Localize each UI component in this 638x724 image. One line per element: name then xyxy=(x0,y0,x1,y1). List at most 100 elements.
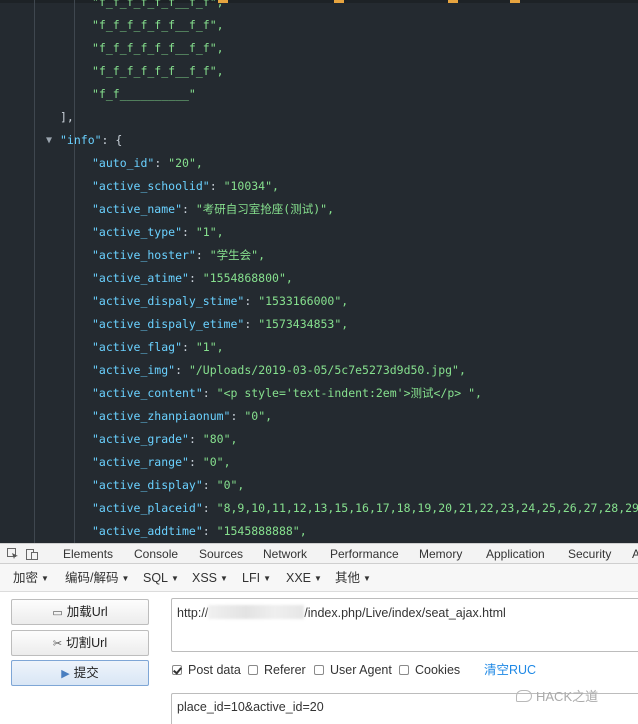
json-line: "active_dispaly_etime": "1573434853", xyxy=(92,313,348,336)
post-data-option[interactable]: Post data xyxy=(172,662,241,678)
json-key: "active_img" xyxy=(92,363,176,377)
json-colon: : xyxy=(175,363,189,377)
json-key: "active_content" xyxy=(92,386,203,400)
redacted-host xyxy=(208,605,305,619)
device-toolbar-icon[interactable] xyxy=(26,548,38,560)
url-path: /index.php/Live/index/seat_ajax.html xyxy=(304,606,506,620)
devtools-tab-performance[interactable]: Performance xyxy=(329,544,400,564)
json-line: "active_hoster": "学生会", xyxy=(92,244,265,267)
json-line: "active_atime": "1554868800", xyxy=(92,267,293,290)
cookies-checkbox[interactable] xyxy=(399,665,409,675)
devtools-tab-memory[interactable]: Memory xyxy=(418,544,463,564)
json-line: "active_placeid": "8,9,10,11,12,13,15,16… xyxy=(92,497,638,520)
json-value: "f_f_f_f_f_f__f_f", xyxy=(92,0,224,9)
json-colon: : xyxy=(154,156,169,170)
url-textarea[interactable]: http:// /index.php/Live/index/seat_ajax.h… xyxy=(171,598,638,652)
referer-checkbox[interactable] xyxy=(248,665,258,675)
json-value: "1", xyxy=(195,225,224,239)
json-line: "active_flag": "1", xyxy=(92,336,224,359)
caret-down-icon: ▼ xyxy=(263,574,271,583)
json-key: "active_dispaly_etime" xyxy=(92,317,245,331)
menu-lfi[interactable]: LFI ▼ xyxy=(242,564,271,592)
submit-button[interactable]: ▶ 提交 xyxy=(11,660,149,686)
tab-marker xyxy=(510,0,520,3)
watermark-text: HACK之道 xyxy=(536,689,599,704)
json-key: "active_grade" xyxy=(92,432,189,446)
watermark: HACK之道 xyxy=(516,688,598,706)
devtools-tab-security[interactable]: Security xyxy=(567,544,612,564)
submit-label: 提交 xyxy=(73,666,99,680)
menu-xxe[interactable]: XXE ▼ xyxy=(286,564,322,592)
inspect-element-icon[interactable] xyxy=(7,548,19,560)
expand-triangle-icon[interactable]: ▼ xyxy=(46,129,52,152)
json-line: "active_img": "/Uploads/2019-03-05/5c7e5… xyxy=(92,359,466,382)
indent-guide xyxy=(74,0,75,543)
json-value: "1545888888", xyxy=(216,524,307,538)
json-line: "active_type": "1", xyxy=(92,221,224,244)
json-key: "auto_id" xyxy=(92,156,155,170)
user-agent-checkbox[interactable] xyxy=(314,665,324,675)
json-key: "active_atime" xyxy=(92,271,189,285)
json-value: "1", xyxy=(195,340,224,354)
caret-down-icon: ▼ xyxy=(41,574,49,583)
user-agent-option[interactable]: User Agent xyxy=(314,662,392,678)
load-url-button[interactable]: ▭ 加载Url xyxy=(11,599,149,625)
hackbar-panel: ▭ 加载Url ✂ 切割Url ▶ 提交 http:// /index.php/Live… xyxy=(0,592,638,724)
json-line: "f_f__________" xyxy=(92,83,196,106)
cookies-option[interactable]: Cookies xyxy=(399,662,460,678)
menu-encode-decode[interactable]: 编码/解码 ▼ xyxy=(65,564,129,592)
referer-option[interactable]: Referer xyxy=(248,662,306,678)
json-key: "active_display" xyxy=(92,478,203,492)
json-value: "1554868800", xyxy=(202,271,293,285)
json-colon: : xyxy=(195,248,210,262)
json-colon: : xyxy=(188,271,203,285)
devtools-tab-application[interactable]: Application xyxy=(485,544,546,564)
user-agent-label: User Agent xyxy=(330,663,392,677)
json-value: "f_f_f_f_f_f__f_f", xyxy=(92,64,224,78)
json-value: "/Uploads/2019-03-05/5c7e5273d9d50.jpg", xyxy=(188,363,466,377)
chat-bubble-icon xyxy=(516,690,532,702)
menu-sql[interactable]: SQL ▼ xyxy=(143,564,179,592)
indent-guide xyxy=(34,0,35,543)
json-key: "active_range" xyxy=(92,455,189,469)
json-colon: : xyxy=(188,455,203,469)
post-data-checkbox[interactable] xyxy=(172,665,182,675)
play-icon: ▶ xyxy=(61,668,70,680)
json-colon: : xyxy=(182,202,196,216)
json-value: "考研自习室抢座(测试)", xyxy=(195,202,334,216)
json-line: "active_dispaly_stime": "1533166000", xyxy=(92,290,348,313)
cookies-label: Cookies xyxy=(415,663,461,677)
devtools-tab-bar: Elements Console Sources Network Performance… xyxy=(0,543,638,564)
json-line: ], xyxy=(60,106,74,129)
json-line: "f_f_f_f_f_f__f_f", xyxy=(92,37,224,60)
caret-down-icon: ▼ xyxy=(171,574,179,583)
menu-label: 加密 xyxy=(13,571,39,585)
menu-other[interactable]: 其他 ▼ xyxy=(335,564,371,592)
json-colon: : xyxy=(188,432,203,446)
json-value: "80", xyxy=(202,432,238,446)
load-url-label: 加载Url xyxy=(66,605,108,619)
json-key: "active_flag" xyxy=(92,340,183,354)
devtools-tab-a[interactable]: A xyxy=(631,544,638,564)
json-colon: : xyxy=(182,340,196,354)
devtools-tab-console[interactable]: Console xyxy=(133,544,179,564)
devtools-tab-sources[interactable]: Sources xyxy=(198,544,244,564)
devtools-tab-network[interactable]: Network xyxy=(262,544,308,564)
clear-ruc-link[interactable]: 清空RUC xyxy=(484,662,536,678)
menu-xss[interactable]: XSS ▼ xyxy=(192,564,228,592)
split-url-button[interactable]: ✂ 切割Url xyxy=(11,630,149,656)
json-value: : { xyxy=(101,133,123,147)
json-value: "0", xyxy=(202,455,231,469)
json-colon: : xyxy=(230,409,245,423)
json-key: "active_addtime" xyxy=(92,524,203,538)
caret-down-icon: ▼ xyxy=(220,574,228,583)
json-viewer: "f_f_f_f_f_f__f_f", "f_f_f_f_f_f__f_f", "f… xyxy=(0,0,638,543)
menu-encrypt[interactable]: 加密 ▼ xyxy=(13,564,49,592)
tab-marker xyxy=(448,0,458,3)
json-value: "1573434853", xyxy=(258,317,349,331)
json-colon: : xyxy=(202,478,217,492)
devtools-tab-elements[interactable]: Elements xyxy=(62,544,114,564)
json-line: "active_schoolid": "10034", xyxy=(92,175,279,198)
json-value: "10034", xyxy=(223,179,279,193)
menu-label: LFI xyxy=(242,571,261,585)
